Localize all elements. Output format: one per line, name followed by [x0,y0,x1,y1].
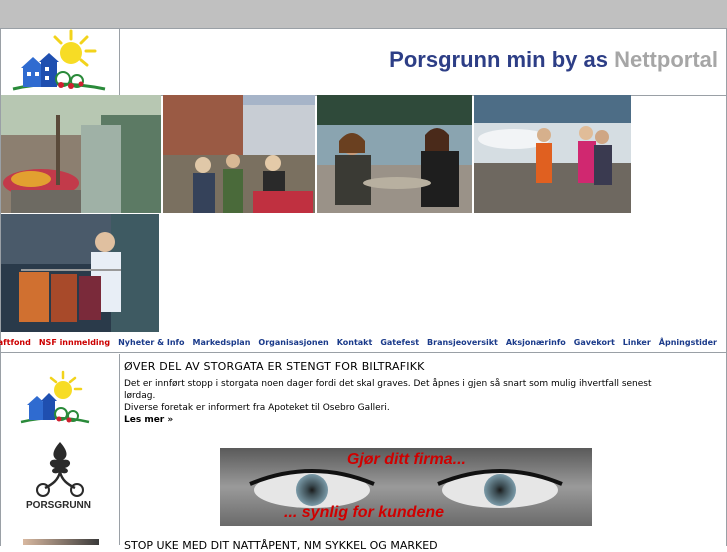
nav-gatefest[interactable]: Gatefest [380,338,419,347]
nav-nyheter-info[interactable]: Nyheter & Info [118,338,184,347]
article2-headline[interactable]: STOP UKE MED DIT NATTÅPENT, NM SYKKEL OG… [124,539,438,552]
nav-gavekort[interactable]: Gavekort [574,338,615,347]
nav-nsf-innmelding[interactable]: NSF innmelding [39,338,110,347]
nav-kontakt[interactable]: Kontakt [337,338,373,347]
sidebar-sun-house-logo[interactable] [19,370,91,426]
read-more-link[interactable]: Les mer » [124,415,173,425]
sidebar-thumbnail [23,539,99,545]
nav-apningstider[interactable]: Åpningstider [659,338,717,347]
top-bar [0,0,727,28]
porsgrunn-logo-text: PORSGRUNN [26,500,92,511]
nav-linker[interactable]: Linker [623,338,651,347]
article-line-2: lørdag. [124,391,156,401]
photo-street-market [163,95,315,213]
main-nav: NSF kraftfond NSF innmelding Nyheter & I… [0,333,726,353]
nav-markedsplan[interactable]: Markedsplan [193,338,251,347]
banner-tagline: ... synlig for kundene [284,504,445,521]
left-sidebar: PORSGRUNN [1,354,120,545]
photo-cafe-harbour [317,95,472,213]
nav-aksjonaerinfo[interactable]: Aksjonærinfo [506,338,566,347]
banner-headline: Gjør ditt firma... [346,451,466,468]
article-headline[interactable]: ØVER DEL AV STORGATA ER STENGT FOR BILTR… [124,360,425,373]
header-banner: Porsgrunn min by as Nettportal [120,29,726,96]
header-logo-cell[interactable] [1,29,120,96]
nav-organisasjonen[interactable]: Organisasjonen [258,338,328,347]
nav-bransjeoversikt[interactable]: Bransjeoversikt [427,338,498,347]
nav-nsf-kraftfond[interactable]: NSF kraftfond [0,338,31,347]
main-content: ØVER DEL AV STORGATA ER STENGT FOR BILTR… [120,354,720,552]
porsgrunn-tree-logo[interactable] [27,440,93,500]
article-body: Det er innført stopp i storgata noen dag… [124,378,684,426]
photo-boats-family [474,95,631,213]
site-title-sub: Nettportal [614,47,718,72]
site-title: Porsgrunn min by as Nettportal [389,47,718,73]
site-title-main: Porsgrunn min by as [389,47,608,72]
article-line-1: Det er innført stopp i storgata noen dag… [124,379,652,389]
photo-canal-flowers [1,95,161,213]
ad-banner[interactable]: Gjør ditt firma... ... synlig for kunden… [220,448,592,526]
sun-house-logo[interactable] [1,29,119,95]
photo-clothes-shop [1,214,159,332]
article-line-3: Diverse foretak er informert fra Apoteke… [124,403,390,413]
